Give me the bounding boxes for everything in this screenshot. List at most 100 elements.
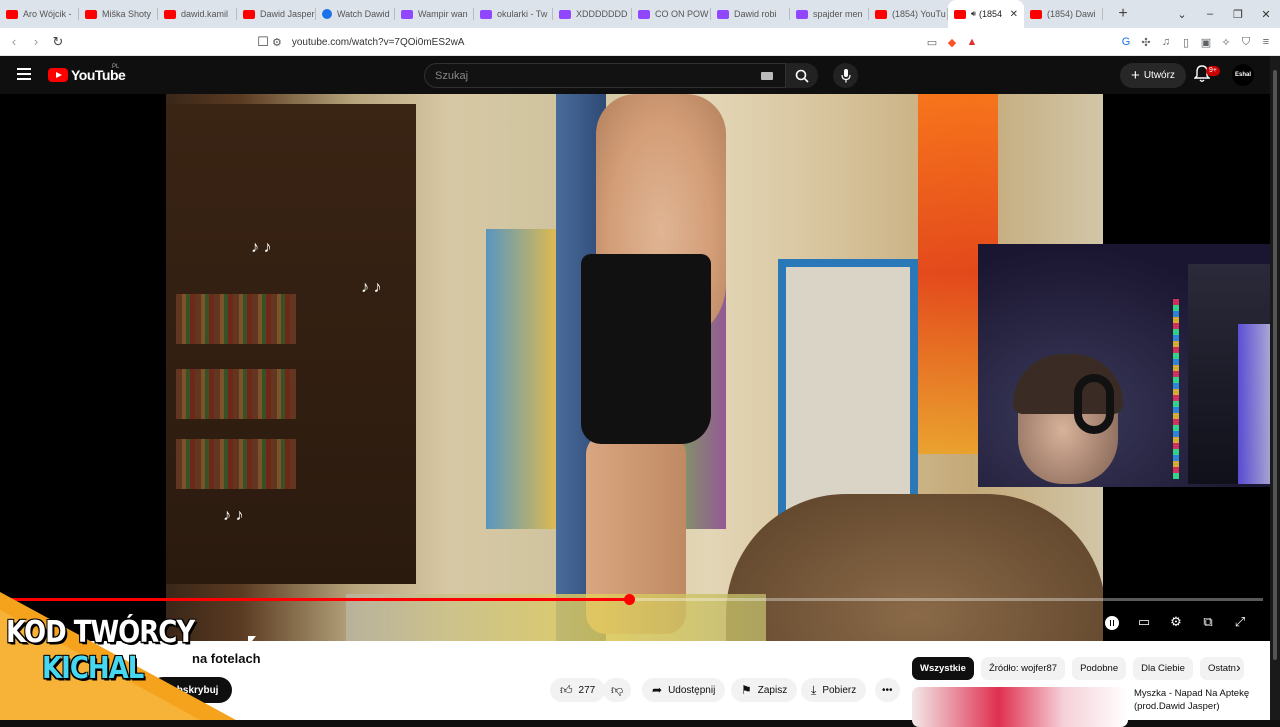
browser-tab[interactable]: 🔊︎ (1854 ✕ [948, 0, 1024, 28]
sidebar-icon[interactable]: ▯ [1176, 36, 1196, 49]
address-bar[interactable]: ⚙ youtube.com/watch?v=7QOi0mES2wA [272, 32, 1000, 52]
search-icon [795, 69, 809, 83]
save-button[interactable]: ⚑ Zapisz [731, 678, 798, 702]
page-scrollbar[interactable] [1270, 56, 1280, 720]
search-button[interactable] [786, 63, 818, 88]
close-window-icon[interactable]: ✕ [1252, 8, 1280, 21]
youtube-favicon-icon [875, 9, 887, 19]
filter-chip[interactable]: Wszystkie [912, 657, 974, 680]
browser-tab-bar: Aro Wójcik - Miška Shoty dawid.kamil Dawid … [0, 0, 1280, 28]
brave-shield-icon[interactable]: ◆ [942, 36, 962, 49]
browser-tab[interactable]: okularki - Tw [474, 0, 553, 28]
dislike-button[interactable]: 👎︎ [603, 678, 632, 702]
share-button[interactable]: ➦ Udostępnij [642, 678, 726, 702]
youtube-favicon-icon [243, 9, 255, 19]
scrollbar-thumb[interactable] [1273, 70, 1277, 660]
browser-tab[interactable]: Watch Dawid [316, 0, 395, 28]
browser-tab[interactable]: (1854) Dawi [1024, 0, 1103, 28]
youtube-favicon-icon [6, 9, 18, 19]
thumbs-up-icon: 👍︎ [560, 682, 573, 697]
search-input[interactable] [435, 69, 735, 82]
reload-icon[interactable]: ↻ [47, 34, 69, 50]
related-video-thumbnail[interactable] [912, 687, 1128, 727]
video-scene-sofa [726, 494, 1103, 641]
media-icon[interactable]: ♫ [1156, 36, 1176, 48]
cast-icon[interactable]: ▭ [922, 36, 942, 49]
extensions-icon[interactable]: ✣ [1136, 36, 1156, 49]
browser-tab[interactable]: (1854) YouTu [869, 0, 948, 28]
tab-search-icon[interactable]: ⌄ [1168, 8, 1196, 21]
browser-tab-label: XDDDDDDD [576, 9, 628, 19]
more-actions-button[interactable]: ••• [875, 678, 900, 702]
menu-icon[interactable]: ≡ [1256, 36, 1276, 48]
browser-tab[interactable]: Dawid robi [711, 0, 790, 28]
site-info-icon[interactable]: ⚙ [272, 36, 282, 49]
guide-menu-icon[interactable] [17, 68, 31, 80]
twitch-favicon-icon [796, 9, 808, 19]
maximize-icon[interactable]: ❐ [1224, 8, 1252, 21]
browser-tab-label: okularki - Tw [497, 9, 548, 19]
create-label: Utwórz [1143, 70, 1175, 81]
twitch-favicon-icon [559, 9, 571, 19]
browser-tab[interactable]: dawid.kamil [158, 0, 237, 28]
youtube-favicon-icon [1030, 9, 1042, 19]
keyboard-icon[interactable] [761, 72, 773, 80]
video-scene-cabinet [166, 104, 416, 584]
brave-rewards-icon[interactable]: ▲ [962, 36, 982, 48]
page-action-icons: ▭ ◆ ▲ [922, 32, 982, 52]
video-scene-books [176, 369, 296, 419]
browser-tab-label: spajder men [813, 9, 863, 19]
browser-tab[interactable]: Miška Shoty [79, 0, 158, 28]
globe-favicon-icon [322, 9, 332, 19]
youtube-logo[interactable]: YouTube PL [48, 64, 126, 83]
vpn-icon[interactable]: ⛉ [1236, 36, 1256, 49]
youtube-favicon-icon [85, 9, 97, 19]
share-label: Udostępnij [668, 684, 716, 696]
download-button[interactable]: ⤓ Pobierz [801, 678, 867, 702]
video-frame[interactable]: ♪ ♪ ♪ ♪ ♪ ♪ [166, 94, 1103, 641]
filter-chip[interactable]: Źródło: wojfer87 [980, 657, 1066, 680]
close-tab-icon[interactable]: ✕ [1010, 9, 1018, 20]
like-button[interactable]: 👍︎ 277 [550, 678, 606, 702]
leo-icon[interactable]: ✧ [1216, 36, 1236, 49]
browser-tab[interactable]: CO ON POW [632, 0, 711, 28]
video-scene-person-shorts [581, 254, 711, 444]
miniplayer-icon[interactable]: ⧉ [1192, 614, 1224, 630]
more-icon: ••• [882, 684, 893, 696]
twitch-favicon-icon [717, 9, 729, 19]
browser-tab[interactable]: Wampir wan [395, 0, 474, 28]
voice-search-button[interactable] [833, 63, 858, 88]
speaker-icon[interactable]: 🔊︎ [971, 9, 976, 19]
browser-tab[interactable]: Aro Wójcik - [0, 0, 79, 28]
chevron-right-icon[interactable]: › [1236, 659, 1241, 675]
youtube-masthead: YouTube PL +Utwórz [0, 56, 1280, 94]
bookmark-icon[interactable]: ☐ [252, 34, 274, 50]
share-icon: ➦ [652, 683, 663, 697]
forward-icon[interactable]: › [25, 34, 47, 49]
translate-icon[interactable]: G [1116, 36, 1136, 48]
minimize-icon[interactable]: – [1196, 8, 1224, 20]
fullscreen-icon[interactable]: ⤢ [1224, 614, 1256, 630]
creator-code-banner: KOD TWÓRCY KICHAL [0, 592, 236, 720]
create-button[interactable]: + Utwórz [1120, 63, 1186, 88]
settings-icon[interactable]: ⚙ [1160, 614, 1192, 630]
browser-tab[interactable]: Dawid Jasper [237, 0, 316, 28]
browser-tab-label: (1854) Dawi [1047, 9, 1096, 19]
video-overlay-mark: ♪ ♪ [361, 279, 382, 296]
filter-chip[interactable]: Podobne [1072, 657, 1127, 680]
avatar[interactable]: Eshal [1232, 64, 1254, 86]
subtitles-icon[interactable]: ▭ [1128, 614, 1160, 630]
autoplay-toggle[interactable] [1096, 614, 1128, 630]
browser-tab[interactable]: XDDDDDDD [553, 0, 632, 28]
back-icon[interactable]: ‹ [3, 34, 25, 49]
filter-chip[interactable]: Dla Ciebie [1133, 657, 1193, 680]
related-video-title[interactable]: Myszka - Napad Na Aptekę (prod.Dawid Jas… [1134, 687, 1264, 713]
video-player[interactable]: ♪ ♪ ♪ ♪ ♪ ♪ [0, 94, 1280, 646]
wallet-icon[interactable]: ▣ [1196, 36, 1216, 49]
new-tab-button[interactable]: + [1111, 5, 1135, 23]
url-text: youtube.com/watch?v=7QOi0mES2wA [291, 36, 465, 48]
video-scene-books [176, 294, 296, 344]
browser-tab[interactable]: spajder men [790, 0, 869, 28]
browser-tab-label: Wampir wan [418, 9, 468, 19]
recommendation-chips: Wszystkie Źródło: wojfer87 Podobne Dla Cieb… [912, 657, 1251, 680]
